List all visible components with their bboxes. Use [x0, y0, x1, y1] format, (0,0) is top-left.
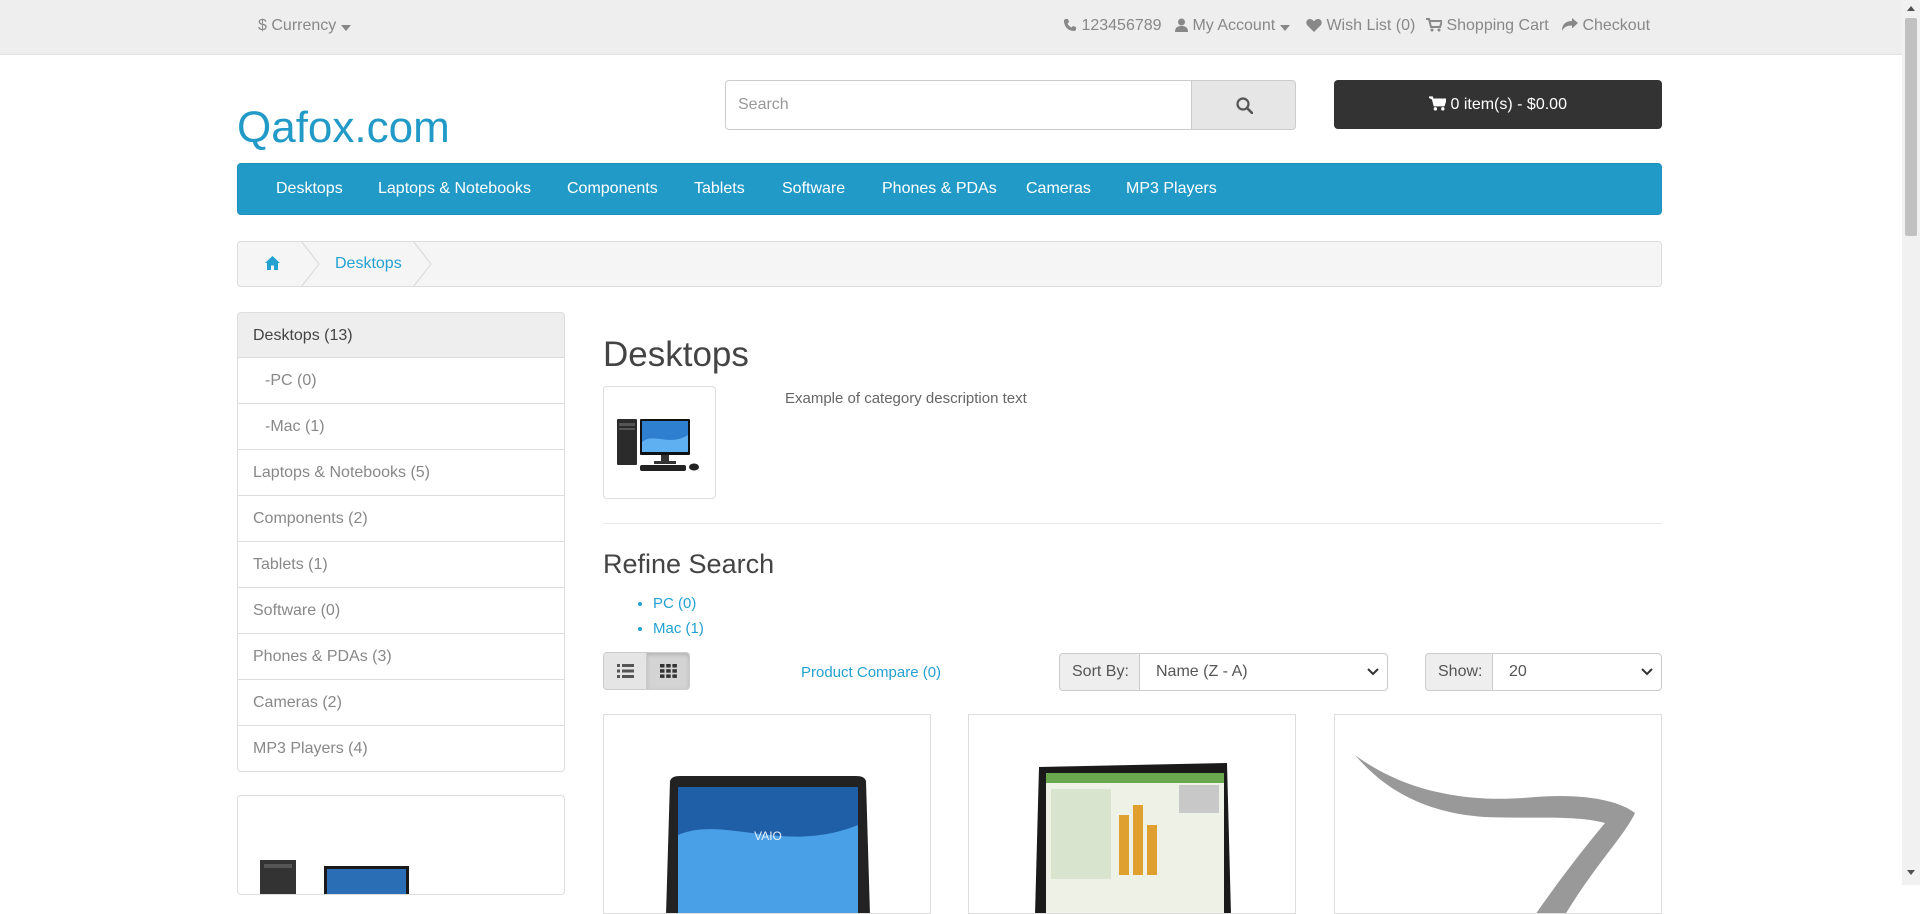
sort-by-label: Sort By:	[1059, 653, 1142, 691]
scroll-up-icon[interactable]	[1907, 5, 1915, 11]
grid-icon	[660, 664, 677, 678]
site-logo[interactable]: Qafox.com	[237, 100, 450, 156]
show-group: Show: 20	[1425, 653, 1662, 691]
wish-list-label: Wish List (0)	[1326, 17, 1416, 34]
breadcrumb: Desktops	[237, 241, 1662, 287]
top-bar: $ Currency 123456789 My Account Wish Lis…	[0, 0, 1902, 55]
refine-search-title: Refine Search	[603, 549, 775, 579]
show-label: Show:	[1425, 653, 1496, 691]
menu-item-components[interactable]: Components	[567, 164, 658, 214]
phone-link[interactable]: 123456789	[1063, 14, 1162, 38]
show-value: 20	[1509, 663, 1527, 680]
sidebar-item-software[interactable]: Software (0)	[237, 588, 565, 634]
product-card[interactable]: VAIO	[603, 714, 931, 914]
sidebar-item-cameras[interactable]: Cameras (2)	[237, 680, 565, 726]
checkout-label: Checkout	[1582, 17, 1651, 34]
svg-text:VAIO: VAIO	[754, 829, 782, 843]
phone-number: 123456789	[1081, 17, 1162, 34]
product-compare-link[interactable]: Product Compare (0)	[801, 664, 941, 681]
sidebar-item-desktops[interactable]: Desktops (13)	[237, 312, 565, 358]
scrollbar-thumb[interactable]	[1905, 18, 1917, 236]
sidebar-item-phones[interactable]: Phones & PDAs (3)	[237, 634, 565, 680]
chevron-down-icon	[1641, 668, 1653, 676]
currency-dropdown[interactable]: $ Currency	[258, 14, 351, 38]
shopping-cart-icon	[1428, 96, 1448, 111]
list-view-button[interactable]	[603, 652, 647, 690]
divider	[603, 523, 1662, 524]
menu-item-laptops[interactable]: Laptops & Notebooks	[378, 164, 531, 214]
currency-label: Currency	[271, 17, 337, 34]
shopping-cart-icon	[1426, 18, 1444, 32]
sidebar-item-laptops[interactable]: Laptops & Notebooks (5)	[237, 450, 565, 496]
heart-icon	[1306, 18, 1322, 32]
search-button[interactable]	[1191, 80, 1296, 130]
category-description: Example of category description text	[785, 390, 1027, 407]
refine-link-pc[interactable]: PC (0)	[653, 591, 704, 616]
share-icon	[1562, 18, 1578, 31]
cart-summary: 0 item(s) - $0.00	[1450, 96, 1567, 113]
refine-link-mac[interactable]: Mac (1)	[653, 616, 704, 641]
my-account-dropdown[interactable]: My Account	[1175, 14, 1290, 38]
breadcrumb-item-desktops[interactable]: Desktops	[335, 242, 402, 286]
laptop-image: VAIO	[666, 776, 870, 913]
sidebar-item-tablets[interactable]: Tablets (1)	[237, 542, 565, 588]
sort-by-value: Name (Z - A)	[1156, 663, 1248, 680]
phone-icon	[1064, 19, 1076, 31]
sidebar-banner[interactable]	[237, 795, 565, 895]
show-select[interactable]: 20	[1492, 653, 1662, 691]
home-icon[interactable]	[264, 255, 281, 271]
product-image	[1355, 755, 1635, 913]
search-bar	[725, 80, 1296, 130]
caret-down-icon	[1279, 25, 1290, 31]
shopping-cart-link[interactable]: Shopping Cart	[1426, 14, 1549, 38]
breadcrumb-separator	[301, 241, 320, 287]
sidebar-item-components[interactable]: Components (2)	[237, 496, 565, 542]
shopping-cart-label: Shopping Cart	[1446, 17, 1549, 34]
product-card[interactable]	[1334, 714, 1662, 914]
menu-item-cameras[interactable]: Cameras	[1026, 164, 1091, 214]
refine-search-list: PC (0) Mac (1)	[628, 591, 704, 641]
desktop-computer-image	[260, 860, 409, 894]
checkout-link[interactable]: Checkout	[1562, 14, 1650, 38]
category-sidebar: Desktops (13) -PC (0) -Mac (1) Laptops &…	[237, 312, 565, 772]
sidebar-item-mp3[interactable]: MP3 Players (4)	[237, 726, 565, 772]
category-image[interactable]	[603, 386, 716, 499]
search-icon	[1236, 97, 1253, 114]
breadcrumb-separator	[413, 241, 432, 287]
grid-view-button[interactable]	[646, 652, 690, 690]
sidebar-item-mac[interactable]: -Mac (1)	[237, 404, 565, 450]
cart-button[interactable]: 0 item(s) - $0.00	[1334, 80, 1662, 129]
sidebar-item-pc[interactable]: -PC (0)	[237, 358, 565, 404]
menu-item-mp3[interactable]: MP3 Players	[1126, 164, 1217, 214]
list-icon	[617, 664, 634, 678]
scroll-down-icon[interactable]	[1907, 870, 1915, 876]
menu-item-desktops[interactable]: Desktops	[276, 164, 343, 214]
page-scrollbar[interactable]	[1902, 0, 1920, 885]
page-title: Desktops	[603, 335, 749, 374]
sort-by-group: Sort By: Name (Z - A)	[1059, 653, 1388, 691]
menu-item-tablets[interactable]: Tablets	[694, 164, 745, 214]
wish-list-link[interactable]: Wish List (0)	[1306, 14, 1415, 38]
dollar-icon: $	[258, 17, 267, 34]
chevron-down-icon	[1367, 668, 1379, 676]
search-input[interactable]	[725, 80, 1192, 130]
user-icon	[1175, 18, 1188, 32]
menu-item-software[interactable]: Software	[782, 164, 845, 214]
monitor-image	[1035, 763, 1231, 913]
menu-item-phones[interactable]: Phones & PDAs	[882, 164, 997, 214]
desktop-computer-image	[617, 419, 699, 471]
main-menu: Desktops Laptops & Notebooks Components …	[237, 163, 1662, 215]
caret-down-icon	[340, 25, 351, 31]
my-account-label: My Account	[1192, 17, 1276, 34]
sort-by-select[interactable]: Name (Z - A)	[1139, 653, 1388, 691]
product-card[interactable]	[968, 714, 1296, 914]
